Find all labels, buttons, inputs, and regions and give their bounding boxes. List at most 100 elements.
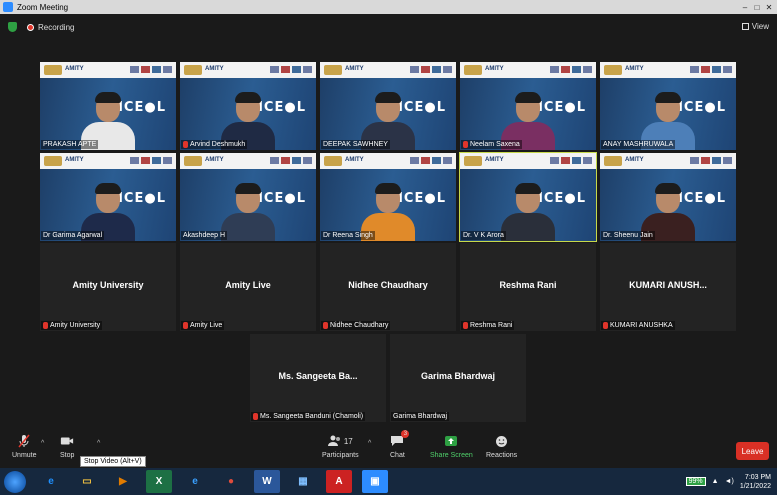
word-icon[interactable]: W: [254, 470, 280, 493]
banner-brand: AMITY: [65, 66, 84, 72]
app-icon[interactable]: ▦: [290, 470, 316, 493]
volume-icon[interactable]: ◄): [725, 478, 734, 485]
stop-video-button[interactable]: Stop: [60, 434, 74, 459]
amity-logo-icon: [44, 65, 62, 75]
participant-tile[interactable]: KUMARI ANUSH... KUMARI ANUSHKA: [600, 243, 736, 331]
zoom-app-icon: [3, 2, 13, 12]
sponsor-logos: [130, 157, 172, 164]
close-icon[interactable]: ✕: [763, 0, 775, 14]
excel-icon[interactable]: X: [146, 470, 172, 493]
sponsor-logos: [270, 66, 312, 73]
participants-options-caret[interactable]: ^: [368, 440, 371, 447]
participant-name-tag: Akashdeep H: [181, 231, 228, 240]
amity-logo-icon: [184, 65, 202, 75]
sponsor-logos: [550, 157, 592, 164]
banner-brand: AMITY: [205, 157, 224, 163]
participant-display-name: Amity Live: [225, 280, 271, 290]
amity-logo-icon: [464, 156, 482, 166]
participant-tile[interactable]: AMITY ICE●L DEEPAK SAWHNEY: [320, 62, 456, 150]
participant-name: Reshma Rani: [470, 322, 513, 329]
amity-logo-icon: [324, 65, 342, 75]
network-icon[interactable]: ▲: [712, 478, 719, 485]
amity-logo-icon: [44, 156, 62, 166]
share-screen-button[interactable]: Share Screen: [430, 434, 473, 459]
participant-tile[interactable]: AMITY ICE●L Dr. Sheenu Jain: [600, 153, 736, 241]
view-label: View: [751, 22, 769, 31]
banner-brand: AMITY: [625, 157, 644, 163]
participant-tile[interactable]: AMITY ICE●L Neelam Saxena: [460, 62, 596, 150]
amity-logo-icon: [464, 65, 482, 75]
chrome-icon[interactable]: ●: [218, 470, 244, 493]
participant-name-tag: PRAKASH APTE: [41, 140, 99, 149]
acrobat-icon[interactable]: A: [326, 470, 352, 493]
amity-logo-icon: [604, 65, 622, 75]
ie-icon[interactable]: e: [38, 470, 64, 493]
participant-display-name: Garima Bhardwaj: [420, 371, 496, 381]
unmute-label: Unmute: [12, 452, 37, 459]
sponsor-logos: [410, 157, 452, 164]
event-banner: AMITY: [180, 153, 316, 169]
participant-tile[interactable]: AMITY ICE●L Arvind Deshmukh: [180, 62, 316, 150]
sponsor-logos: [690, 157, 732, 164]
banner-brand: AMITY: [345, 66, 364, 72]
audio-options-caret[interactable]: ^: [41, 440, 44, 447]
participant-name-tag: Ms. Sangeeta Banduni (Chamoli): [251, 412, 366, 421]
unmute-button[interactable]: Unmute: [12, 434, 37, 459]
participant-name: DEEPAK SAWHNEY: [323, 141, 388, 148]
participant-tile[interactable]: Nidhee Chaudhary Nidhee Chaudhary: [320, 243, 456, 331]
event-banner: AMITY: [460, 153, 596, 169]
clock-date: 1/21/2022: [739, 482, 771, 490]
muted-mic-icon: [183, 322, 188, 329]
participant-name-tag: Reshma Rani: [461, 321, 515, 330]
participant-name: Garima Bhardwaj: [393, 413, 448, 420]
participant-tile[interactable]: Garima Bhardwaj Garima Bhardwaj: [390, 334, 526, 422]
sponsor-logos: [130, 66, 172, 73]
chat-button[interactable]: 3 Chat: [390, 430, 410, 459]
participants-button[interactable]: 17 Participants: [322, 434, 359, 459]
participant-name-tag: Amity University: [41, 321, 103, 330]
participants-icon: 17: [323, 434, 357, 448]
system-tray: 99% ▲ ◄) 7:03 PM 1/21/2022: [685, 470, 771, 493]
participant-tile[interactable]: AMITY ICE●L Dr Garima Agarwal: [40, 153, 176, 241]
event-banner: AMITY: [460, 62, 596, 78]
media-player-icon[interactable]: ▶: [110, 470, 136, 493]
start-button[interactable]: [4, 471, 26, 493]
edge-icon[interactable]: e: [182, 470, 208, 493]
zoom-icon[interactable]: ▣: [362, 470, 388, 493]
participant-tile[interactable]: AMITY ICE●L Akashdeep H: [180, 153, 316, 241]
minimize-icon[interactable]: –: [739, 0, 751, 14]
maximize-icon[interactable]: □: [751, 0, 763, 14]
leave-button[interactable]: Leave: [736, 442, 769, 460]
chat-icon: 3: [390, 430, 410, 448]
participant-tile[interactable]: AMITY ICE●L Dr. V K Arora: [459, 152, 597, 242]
participant-name-tag: DEEPAK SAWHNEY: [321, 140, 390, 149]
window-controls: – □ ✕: [739, 0, 775, 14]
participant-tile[interactable]: AMITY ICE●L ANAY MASHRUWALA: [600, 62, 736, 150]
window-title: Zoom Meeting: [17, 2, 69, 12]
participant-display-name: Ms. Sangeeta Ba...: [278, 371, 358, 381]
muted-mic-icon: [463, 141, 468, 148]
muted-mic-icon: [183, 141, 188, 148]
participant-tile[interactable]: Amity University Amity University: [40, 243, 176, 331]
participant-tile[interactable]: AMITY ICE●L Dr Reena Singh: [320, 153, 456, 241]
participants-label: Participants: [322, 452, 359, 459]
participant-name: Nidhee Chaudhary: [330, 322, 389, 329]
reactions-button[interactable]: Reactions: [486, 434, 517, 459]
security-shield-icon[interactable]: [8, 22, 17, 32]
banner-brand: AMITY: [345, 157, 364, 163]
participant-tile[interactable]: Reshma Rani Reshma Rani: [460, 243, 596, 331]
participant-tile[interactable]: Amity Live Amity Live: [180, 243, 316, 331]
participant-video: [219, 181, 277, 241]
video-options-caret[interactable]: ^: [97, 440, 100, 447]
battery-indicator[interactable]: 99%: [685, 477, 706, 486]
participant-tile[interactable]: Ms. Sangeeta Ba... Ms. Sangeeta Banduni (…: [250, 334, 386, 422]
view-button[interactable]: View: [741, 22, 769, 31]
participant-name: Akashdeep H: [183, 232, 226, 239]
participant-tile[interactable]: AMITY ICE●L PRAKASH APTE: [40, 62, 176, 150]
banner-brand: AMITY: [485, 157, 504, 163]
muted-mic-icon: [603, 322, 608, 329]
participant-name: Dr. Sheenu Jain: [603, 232, 653, 239]
clock[interactable]: 7:03 PM 1/21/2022: [740, 473, 771, 491]
folder-icon[interactable]: ▭: [74, 470, 100, 493]
share-screen-icon: [444, 434, 458, 448]
